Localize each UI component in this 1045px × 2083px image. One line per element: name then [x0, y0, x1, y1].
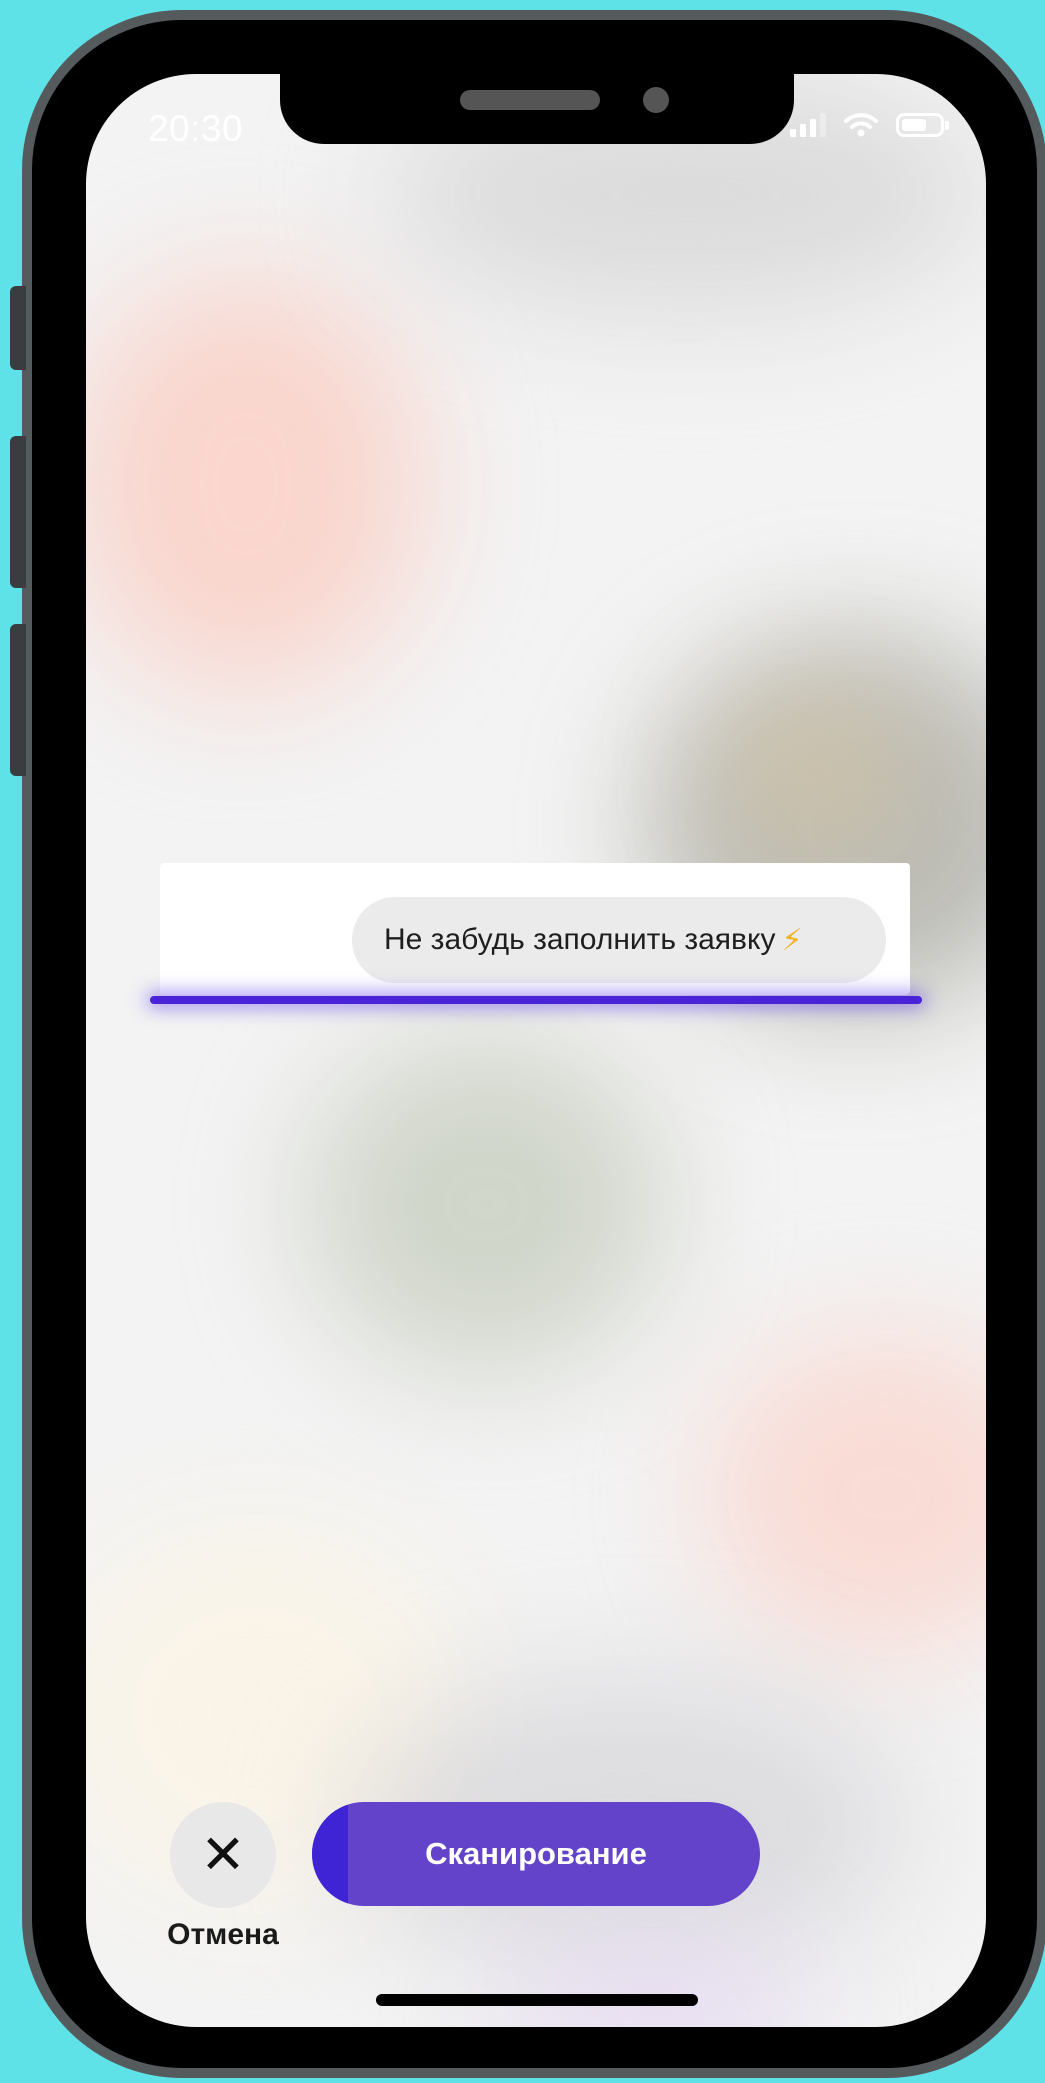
- status-time: 20:30: [148, 108, 244, 149]
- close-icon: ✕: [200, 1825, 246, 1885]
- home-indicator[interactable]: [376, 1994, 698, 2006]
- battery-icon: [896, 113, 949, 137]
- volume-up-button: [10, 436, 26, 588]
- wifi-icon: [844, 113, 878, 137]
- front-camera: [643, 87, 669, 113]
- scan-button-label: Сканирование: [425, 1836, 647, 1871]
- earpiece-speaker: [460, 90, 600, 110]
- scan-button[interactable]: Сканирование: [312, 1802, 760, 1906]
- camera-preview: [86, 74, 986, 2027]
- message-bubble: Не забудь заполнить заявку ⚡: [352, 897, 886, 983]
- cellular-signal-icon: [790, 113, 826, 137]
- volume-down-button: [10, 624, 26, 776]
- cancel-button[interactable]: ✕: [170, 1802, 276, 1908]
- scan-progress-fill: [312, 1802, 348, 1906]
- cancel-label: Отмена: [167, 1918, 279, 1951]
- mute-switch: [10, 286, 26, 370]
- message-text: Не забудь заполнить заявку: [384, 923, 776, 956]
- status-icons: [790, 112, 949, 138]
- scan-line: [150, 996, 922, 1004]
- lightning-emoji: ⚡: [781, 923, 803, 957]
